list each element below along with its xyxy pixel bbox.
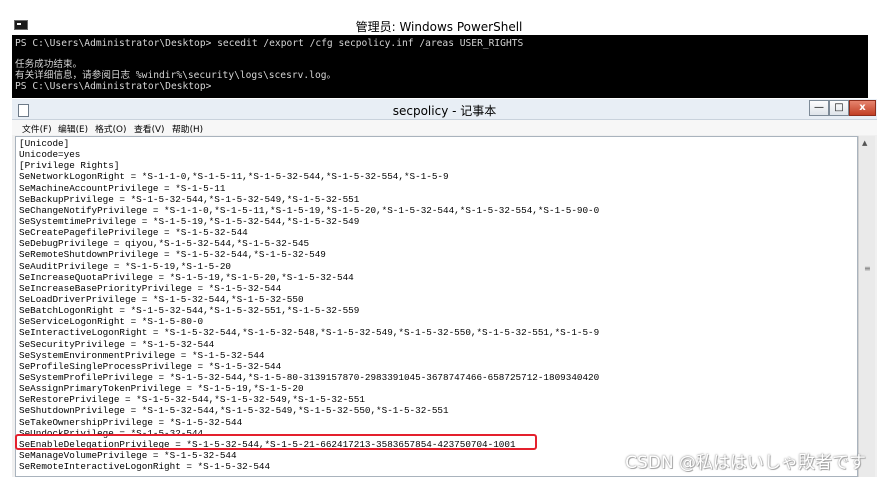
menu-view[interactable]: 查看(V) [134,122,164,135]
notepad-window: secpolicy - 记事本 — □ x 文件(F) 编辑(E) 格式(O) … [12,99,877,477]
text-line: SeAssignPrimaryTokenPrivilege = *S-1-5-1… [19,383,304,395]
text-line: SeIncreaseQuotaPrivilege = *S-1-5-19,*S-… [19,271,354,283]
menu-bar: 文件(F) 编辑(E) 格式(O) 查看(V) 帮助(H) [12,120,877,135]
text-line: Unicode=yes [19,149,81,161]
text-line: SeChangeNotifyPrivilege = *S-1-1-0,*S-1-… [19,204,600,216]
menu-file[interactable]: 文件(F) [22,122,52,135]
text-line: SeShutdownPrivilege = *S-1-5-32-544,*S-1… [19,405,449,417]
watermark: CSDN @私ははいしゃ敗者です [625,453,866,473]
text-line: SeNetworkLogonRight = *S-1-1-0,*S-1-5-11… [19,171,449,183]
text-line: [Privilege Rights] [19,160,120,172]
highlight-box [15,434,537,450]
text-line: SeProfileSingleProcessPrivilege = *S-1-5… [19,360,282,372]
text-line: SeSecurityPrivilege = *S-1-5-32-544 [19,338,215,350]
text-line: SeRestorePrivilege = *S-1-5-32-544,*S-1-… [19,394,365,406]
text-line: SeCreatePagefilePrivilege = *S-1-5-32-54… [19,227,248,239]
menu-edit[interactable]: 编辑(E) [58,122,88,135]
text-line: SeSystemtimePrivilege = *S-1-5-19,*S-1-5… [19,215,360,227]
console-line: PS C:\Users\Administrator\Desktop> [15,80,212,92]
notepad-title: secpolicy - 记事本 [392,104,497,118]
scroll-grip-icon[interactable]: ≡ [864,264,871,273]
minimize-button[interactable]: — [809,100,829,116]
text-line: SeSystemProfilePrivilege = *S-1-5-32-544… [19,371,600,383]
text-line: SeMachineAccountPrivilege = *S-1-5-11 [19,182,226,194]
text-line: [Unicode] [19,138,70,149]
menu-help[interactable]: 帮助(H) [172,122,203,135]
vertical-scrollbar[interactable]: ▲ ≡ [858,136,875,477]
text-line: SeInteractiveLogonRight = *S-1-5-32-544,… [19,327,600,339]
maximize-button[interactable]: □ [829,100,849,116]
close-button[interactable]: x [849,100,876,116]
text-line: SeBatchLogonRight = *S-1-5-32-544,*S-1-5… [19,305,360,317]
console-line: PS C:\Users\Administrator\Desktop> seced… [15,38,524,49]
menu-format[interactable]: 格式(O) [95,122,126,135]
text-line: SeTakeOwnershipPrivilege = *S-1-5-32-544 [19,416,243,428]
text-line: SeSystemEnvironmentPrivilege = *S-1-5-32… [19,349,265,361]
notepad-titlebar[interactable]: secpolicy - 记事本 — □ x [12,99,877,120]
text-line: SeRemoteShutdownPrivilege = *S-1-5-32-54… [19,249,326,261]
powershell-console[interactable]: PS C:\Users\Administrator\Desktop> seced… [12,35,868,98]
text-line: SeServiceLogonRight = *S-1-5-80-0 [19,316,204,328]
powershell-title: 管理员: Windows PowerShell [355,20,523,34]
powershell-titlebar[interactable]: 管理员: Windows PowerShell [0,0,878,34]
text-line: SeAuditPrivilege = *S-1-5-19,*S-1-5-20 [19,260,232,272]
scroll-up-icon[interactable]: ▲ [862,139,867,147]
text-line: SeLoadDriverPrivilege = *S-1-5-32-544,*S… [19,293,304,305]
text-line: SeBackupPrivilege = *S-1-5-32-544,*S-1-5… [19,193,360,205]
text-line: SeDebugPrivilege = qiyou,*S-1-5-32-544,*… [19,238,310,250]
text-line: SeIncreaseBasePriorityPrivilege = *S-1-5… [19,282,282,294]
text-area[interactable]: [Unicode] Unicode=yes [Privilege Rights] Se… [15,136,858,477]
